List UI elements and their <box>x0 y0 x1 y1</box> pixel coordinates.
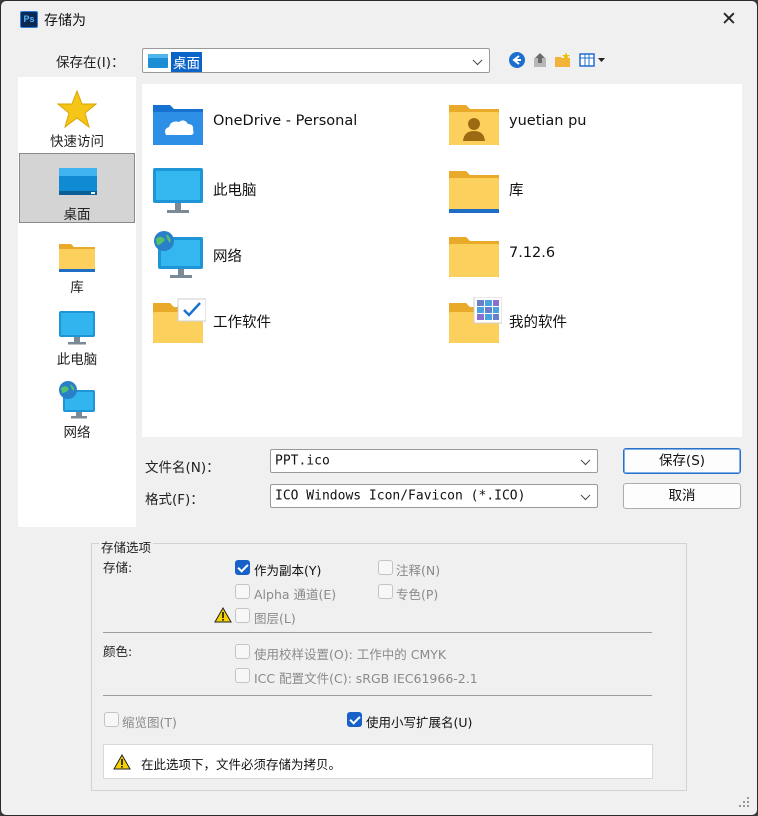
file-name: yuetian pu <box>509 113 587 129</box>
file-name: 库 <box>509 183 524 199</box>
resize-grip-icon[interactable] <box>737 795 751 809</box>
place-network[interactable]: 网络 <box>19 372 135 442</box>
save-in-dropdown[interactable]: 桌面 <box>142 48 490 73</box>
file-name: 网络 <box>213 249 242 265</box>
place-label: 快速访问 <box>50 134 104 150</box>
color-section-label: 颜色: <box>103 644 133 659</box>
as-copy-checkbox[interactable] <box>235 560 250 575</box>
photoshop-icon: Ps <box>20 11 38 28</box>
network-icon <box>154 231 203 278</box>
places-bar: 快速访问 桌面 库 此电脑 网络 <box>18 77 136 527</box>
file-item-7-12-6[interactable]: 7.12.6 <box>438 227 728 283</box>
layers-label: 图层(L) <box>254 611 296 626</box>
thumbnail-checkbox[interactable] <box>104 712 119 727</box>
place-library[interactable]: 库 <box>19 227 135 297</box>
thumbnail-label: 缩览图(T) <box>122 715 177 730</box>
alpha-channels-label: Alpha 通道(E) <box>254 587 337 602</box>
place-label: 此电脑 <box>56 352 98 368</box>
notes-label: 注释(N) <box>396 563 441 578</box>
close-button[interactable]: ✕ <box>721 10 737 29</box>
user-folder-icon <box>449 105 499 145</box>
view-menu-icon[interactable] <box>579 51 607 69</box>
place-desktop[interactable]: 桌面 <box>19 153 135 223</box>
warning-message-box: 在此选项下，文件必须存储为拷贝。 <box>103 744 653 779</box>
lowercase-extension-checkbox[interactable] <box>347 712 362 727</box>
dialog-title: 存储为 <box>44 13 86 29</box>
save-as-dialog: Ps 存储为 ✕ 保存在(I)： 桌面 快速访问 桌面 库 此电脑 网络 One… <box>0 0 758 816</box>
file-name: 我的软件 <box>509 315 567 331</box>
storage-section-label: 存储: <box>103 560 133 575</box>
alpha-channels-checkbox[interactable] <box>235 584 250 599</box>
spot-colors-checkbox[interactable] <box>378 584 393 599</box>
place-quick-access[interactable]: 快速访问 <box>19 81 135 151</box>
layers-checkbox[interactable] <box>235 608 250 623</box>
format-label: 格式(F)： <box>145 492 204 508</box>
onedrive-folder-icon <box>153 105 203 145</box>
place-this-pc[interactable]: 此电脑 <box>19 299 135 369</box>
monitor-icon <box>153 168 203 213</box>
network-icon <box>59 381 95 419</box>
place-label: 库 <box>70 280 84 296</box>
divider <box>103 632 652 633</box>
format-value: ICO Windows Icon/Favicon (*.ICO) <box>275 488 526 504</box>
as-copy-label: 作为副本(Y) <box>254 563 322 578</box>
warning-message: 在此选项下，文件必须存储为拷贝。 <box>141 757 342 772</box>
divider <box>103 695 652 696</box>
file-item-onedrive[interactable]: OneDrive - Personal <box>142 95 432 151</box>
file-item-library[interactable]: 库 <box>438 161 728 217</box>
apps-folder-icon <box>449 297 502 343</box>
checked-folder-icon <box>153 298 206 343</box>
cancel-button[interactable]: 取消 <box>623 483 741 509</box>
new-folder-icon[interactable] <box>554 51 572 69</box>
place-label: 桌面 <box>63 207 91 223</box>
icc-profile-checkbox[interactable] <box>235 668 250 683</box>
save-options-legend: 存储选项 <box>99 537 154 556</box>
folder-icon <box>449 237 499 277</box>
spot-colors-label: 专色(P) <box>396 587 439 602</box>
library-folder-icon <box>449 171 499 213</box>
back-icon[interactable] <box>508 51 526 69</box>
file-name: OneDrive - Personal <box>213 113 358 129</box>
chevron-down-icon <box>472 54 483 65</box>
file-name: 7.12.6 <box>509 245 556 261</box>
notes-checkbox[interactable] <box>378 560 393 575</box>
proof-setup-checkbox[interactable] <box>235 644 250 659</box>
up-folder-icon[interactable] <box>531 51 549 69</box>
library-folder-icon <box>59 244 95 272</box>
file-name: 此电脑 <box>213 183 257 199</box>
format-dropdown[interactable]: ICO Windows Icon/Favicon (*.ICO) <box>270 484 598 508</box>
file-item-work-software[interactable]: 工作软件 <box>142 293 432 349</box>
file-list: OneDrive - Personal yuetian pu 此电脑 库 网络 … <box>142 84 742 437</box>
desktop-small-icon <box>148 54 168 68</box>
chevron-down-icon <box>580 490 591 501</box>
warning-icon <box>113 754 131 770</box>
monitor-icon <box>59 311 95 345</box>
lowercase-extension-label: 使用小写扩展名(U) <box>366 715 473 730</box>
warning-icon <box>214 607 232 623</box>
icc-profile-label: ICC 配置文件(C): sRGB IEC61966-2.1 <box>254 671 478 686</box>
save-in-value: 桌面 <box>171 52 202 72</box>
desktop-icon <box>59 168 97 195</box>
file-name: 工作软件 <box>213 315 271 331</box>
file-item-user[interactable]: yuetian pu <box>438 95 728 151</box>
file-item-my-software[interactable]: 我的软件 <box>438 293 728 349</box>
title-bar: Ps 存储为 ✕ <box>1 1 757 37</box>
save-button[interactable]: 保存(S) <box>623 448 741 474</box>
proof-setup-label: 使用校样设置(O): 工作中的 CMYK <box>254 647 447 662</box>
place-label: 网络 <box>63 425 91 441</box>
filename-input[interactable]: PPT.ico <box>270 449 598 473</box>
chevron-down-icon[interactable] <box>580 455 591 466</box>
file-item-this-pc[interactable]: 此电脑 <box>142 161 432 217</box>
filename-label: 文件名(N)： <box>145 460 220 476</box>
file-item-network[interactable]: 网络 <box>142 227 432 283</box>
save-in-label: 保存在(I)： <box>56 55 125 71</box>
star-icon <box>57 89 97 129</box>
filename-value: PPT.ico <box>275 453 330 469</box>
